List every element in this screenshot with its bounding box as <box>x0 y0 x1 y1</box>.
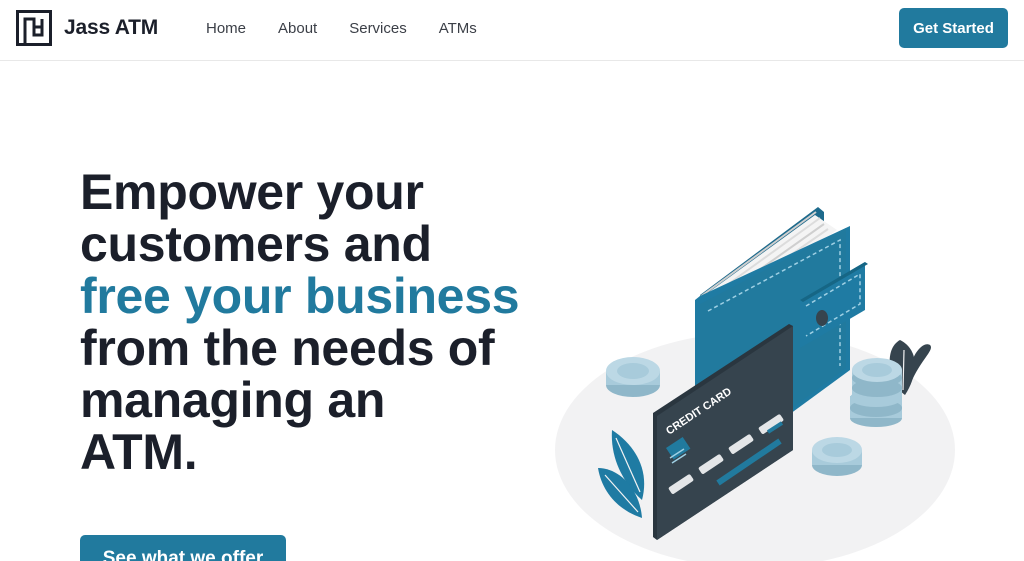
nav-services-link[interactable]: Services <box>349 20 407 37</box>
hero-line-6: ATM. <box>80 424 198 480</box>
nav-home-link[interactable]: Home <box>206 20 246 37</box>
hero-line-1: Empower your <box>80 164 424 220</box>
hero-headline: Empower your customers and free your bus… <box>80 166 550 478</box>
nav-atms-link[interactable]: ATMs <box>439 20 477 37</box>
main-nav: Home About Services ATMs <box>206 20 509 37</box>
nav-about-link[interactable]: About <box>278 20 317 37</box>
wallet-credit-card-illustration: CREDIT CARD <box>555 207 955 561</box>
maze-square-icon[interactable] <box>16 10 52 46</box>
hero-line-accent: free your business <box>80 268 520 324</box>
hero-line-2: customers and <box>80 216 432 272</box>
top-navbar: Jass ATM Home About Services ATMs Get St… <box>0 0 1024 61</box>
hero-line-4: from the needs of <box>80 320 495 376</box>
get-started-button[interactable]: Get Started <box>899 8 1008 48</box>
brand-name[interactable]: Jass ATM <box>64 16 158 40</box>
hero-line-5: managing an <box>80 372 386 428</box>
see-offer-button[interactable]: See what we offer <box>80 535 286 561</box>
